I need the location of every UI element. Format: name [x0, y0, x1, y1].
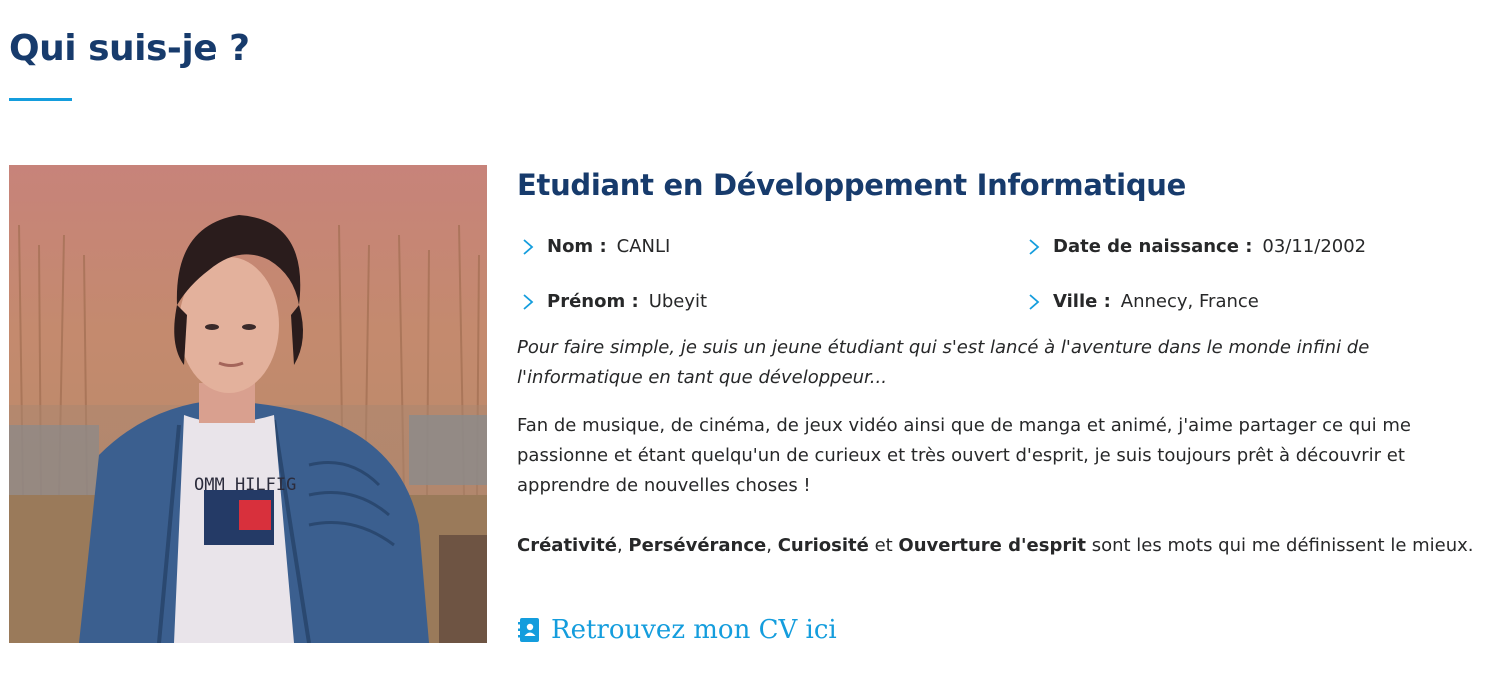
info-prenom: Prénom : Ubeyit — [521, 290, 707, 314]
info-naissance-value: 03/11/2002 — [1262, 236, 1367, 257]
role-title: Etudiant en Développement Informatique — [517, 168, 1186, 202]
shirt-text-top: OMM HILFIG — [194, 475, 296, 495]
info-naissance: Date de naissance : 03/11/2002 — [1027, 235, 1366, 259]
traits-sep-1: , — [616, 535, 629, 556]
trait-ouverture: Ouverture d'esprit — [898, 535, 1086, 556]
hobbies-text: Fan de musique, de cinéma, de jeux vidéo… — [517, 415, 1411, 496]
trait-creativite: Créativité — [517, 535, 617, 556]
chevron-right-icon — [523, 239, 534, 255]
cv-link-label: Retrouvez mon CV ici — [551, 615, 837, 645]
info-ville-label: Ville : — [1053, 291, 1111, 312]
traits-tail: sont les mots qui me définissent le mieu… — [1085, 535, 1474, 556]
info-prenom-label: Prénom : — [547, 291, 639, 312]
section-title: Qui suis-je ? — [9, 28, 250, 69]
info-grid: Nom : CANLI Date de naissance : 03/11/20… — [517, 217, 1492, 327]
title-underline — [9, 98, 72, 101]
info-prenom-value: Ubeyit — [648, 291, 708, 312]
traits-sep-3: et — [868, 535, 899, 556]
trait-perseverance: Persévérance — [628, 535, 767, 556]
about-content: Etudiant en Développement Informatique N… — [517, 163, 1492, 645]
cv-link[interactable]: Retrouvez mon CV ici — [517, 615, 837, 645]
chevron-right-icon — [1029, 294, 1040, 310]
chevron-right-icon — [1029, 239, 1040, 255]
traits-sep-2: , — [766, 535, 778, 556]
contact-book-icon — [518, 618, 539, 642]
info-nom-label: Nom : — [547, 236, 607, 257]
trait-curiosite: Curiosité — [777, 535, 869, 556]
info-ville: Ville : Annecy, France — [1027, 290, 1259, 314]
info-naissance-label: Date de naissance : — [1053, 236, 1253, 257]
profile-photo: OMM HILFIG — [9, 165, 487, 643]
info-nom: Nom : CANLI — [521, 235, 670, 259]
chevron-right-icon — [523, 294, 534, 310]
intro-text: Pour faire simple, je suis un jeune étud… — [517, 337, 1370, 388]
info-nom-value: CANLI — [616, 236, 671, 257]
traits-text: Créativité, Persévérance, Curiosité et O… — [517, 531, 1497, 561]
info-ville-value: Annecy, France — [1120, 291, 1259, 312]
